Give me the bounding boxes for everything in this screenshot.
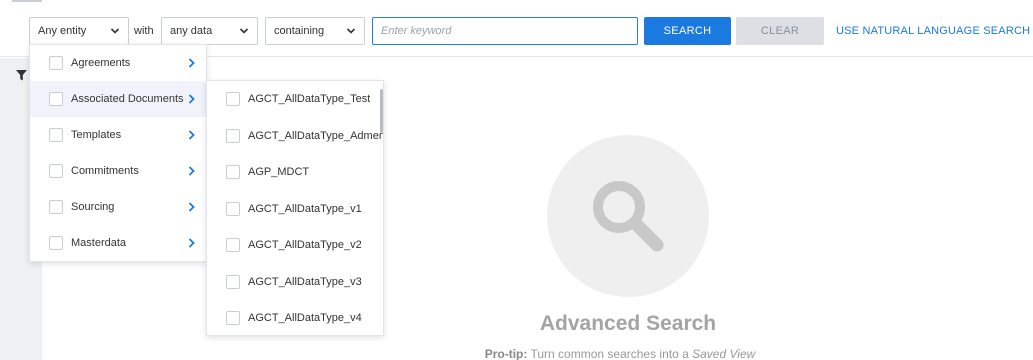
submenu-option-label: AGCT_AllDataType_v1: [248, 202, 362, 215]
checkbox[interactable]: [226, 92, 240, 107]
submenu-option[interactable]: AGCT_AllDataType_v1: [207, 191, 383, 228]
entity-option-label: Commitments: [71, 165, 139, 177]
entity-select[interactable]: Any entity: [29, 17, 129, 45]
data-select[interactable]: any data: [161, 17, 258, 45]
submenu-option-label: AGCT_AllDataType_Test: [248, 93, 371, 106]
checkbox[interactable]: [49, 128, 63, 142]
checkbox[interactable]: [49, 236, 63, 250]
checkbox[interactable]: [49, 56, 63, 70]
chevron-right-icon: [188, 94, 195, 104]
magnifier-icon: [593, 181, 664, 252]
saved-view-link[interactable]: Saved View: [692, 347, 755, 360]
chevron-right-icon: [188, 58, 195, 68]
submenu-option-label: AGCT_AllDataType_v2: [248, 239, 362, 252]
chevron-right-icon: [188, 130, 195, 140]
natural-language-search-link[interactable]: USE NATURAL LANGUAGE SEARCH: [836, 25, 1030, 37]
entity-option-label: Associated Documents: [71, 93, 184, 105]
submenu-option[interactable]: AGCT_AllDataType_Admen: [207, 118, 383, 155]
chevron-right-icon: [188, 238, 195, 248]
submenu-option[interactable]: AGCT_AllDataType_Test: [207, 81, 383, 118]
entity-option-label: Templates: [71, 129, 122, 141]
with-label: with: [134, 25, 154, 37]
entity-dropdown-menu: Agreements Associated Documents Template…: [29, 44, 207, 262]
chevron-down-icon: [110, 28, 120, 34]
entity-option-label: Sourcing: [71, 201, 115, 213]
submenu-option-label: AGP_MDCT: [248, 166, 310, 179]
entity-option-agreements[interactable]: Agreements: [30, 45, 206, 81]
entity-option-commitments[interactable]: Commitments: [30, 153, 206, 189]
submenu-option[interactable]: AGCT_AllDataType_v3: [207, 264, 383, 301]
pro-tip: Pro-tip: Turn common searches into a Sav…: [0, 347, 1033, 360]
active-tab-indicator: [12, 0, 42, 2]
chevron-right-icon: [188, 202, 195, 212]
submenu-option-label: AGCT_AllDataType_v3: [248, 275, 362, 288]
checkbox[interactable]: [226, 165, 240, 180]
chevron-right-icon: [188, 166, 195, 176]
submenu-option-label: AGCT_AllDataType_v4: [248, 312, 362, 325]
checkbox[interactable]: [49, 92, 63, 106]
submenu-option[interactable]: AGP_MDCT: [207, 154, 383, 191]
entity-option-label: Agreements: [71, 57, 131, 69]
checkbox[interactable]: [226, 274, 240, 289]
entity-option-templates[interactable]: Templates: [30, 117, 206, 153]
condition-select[interactable]: containing: [265, 17, 365, 45]
data-select-value: any data: [170, 25, 213, 37]
submenu-option-label: AGCT_AllDataType_Admen: [248, 129, 383, 142]
checkbox[interactable]: [49, 200, 63, 214]
checkbox[interactable]: [226, 128, 240, 143]
associated-documents-submenu: AGCT_AllDataType_Test AGCT_AllDataType_A…: [206, 80, 384, 336]
entity-option-masterdata[interactable]: Masterdata: [30, 225, 206, 261]
empty-state-illustration: [547, 135, 709, 297]
submenu-scrollbar[interactable]: [380, 89, 383, 133]
pro-tip-text: Turn common searches into a: [530, 347, 689, 360]
chevron-down-icon: [346, 28, 356, 34]
entity-option-sourcing[interactable]: Sourcing: [30, 189, 206, 225]
search-button[interactable]: SEARCH: [644, 17, 731, 45]
submenu-option[interactable]: AGCT_AllDataType_v2: [207, 227, 383, 264]
checkbox[interactable]: [226, 238, 240, 253]
entity-select-value: Any entity: [38, 25, 87, 37]
clear-button[interactable]: CLEAR: [736, 17, 824, 45]
filter-icon[interactable]: [16, 70, 27, 81]
empty-state-title: Advanced Search: [539, 312, 717, 335]
entity-option-associated-documents[interactable]: Associated Documents: [30, 81, 206, 117]
checkbox[interactable]: [49, 164, 63, 178]
pro-tip-label: Pro-tip:: [484, 347, 528, 360]
entity-option-label: Masterdata: [71, 237, 127, 249]
keyword-input[interactable]: [372, 17, 638, 45]
checkbox[interactable]: [226, 311, 240, 326]
checkbox[interactable]: [226, 201, 240, 216]
condition-select-value: containing: [274, 25, 325, 37]
submenu-option[interactable]: AGCT_AllDataType_v4: [207, 300, 383, 335]
chevron-down-icon: [239, 28, 249, 34]
